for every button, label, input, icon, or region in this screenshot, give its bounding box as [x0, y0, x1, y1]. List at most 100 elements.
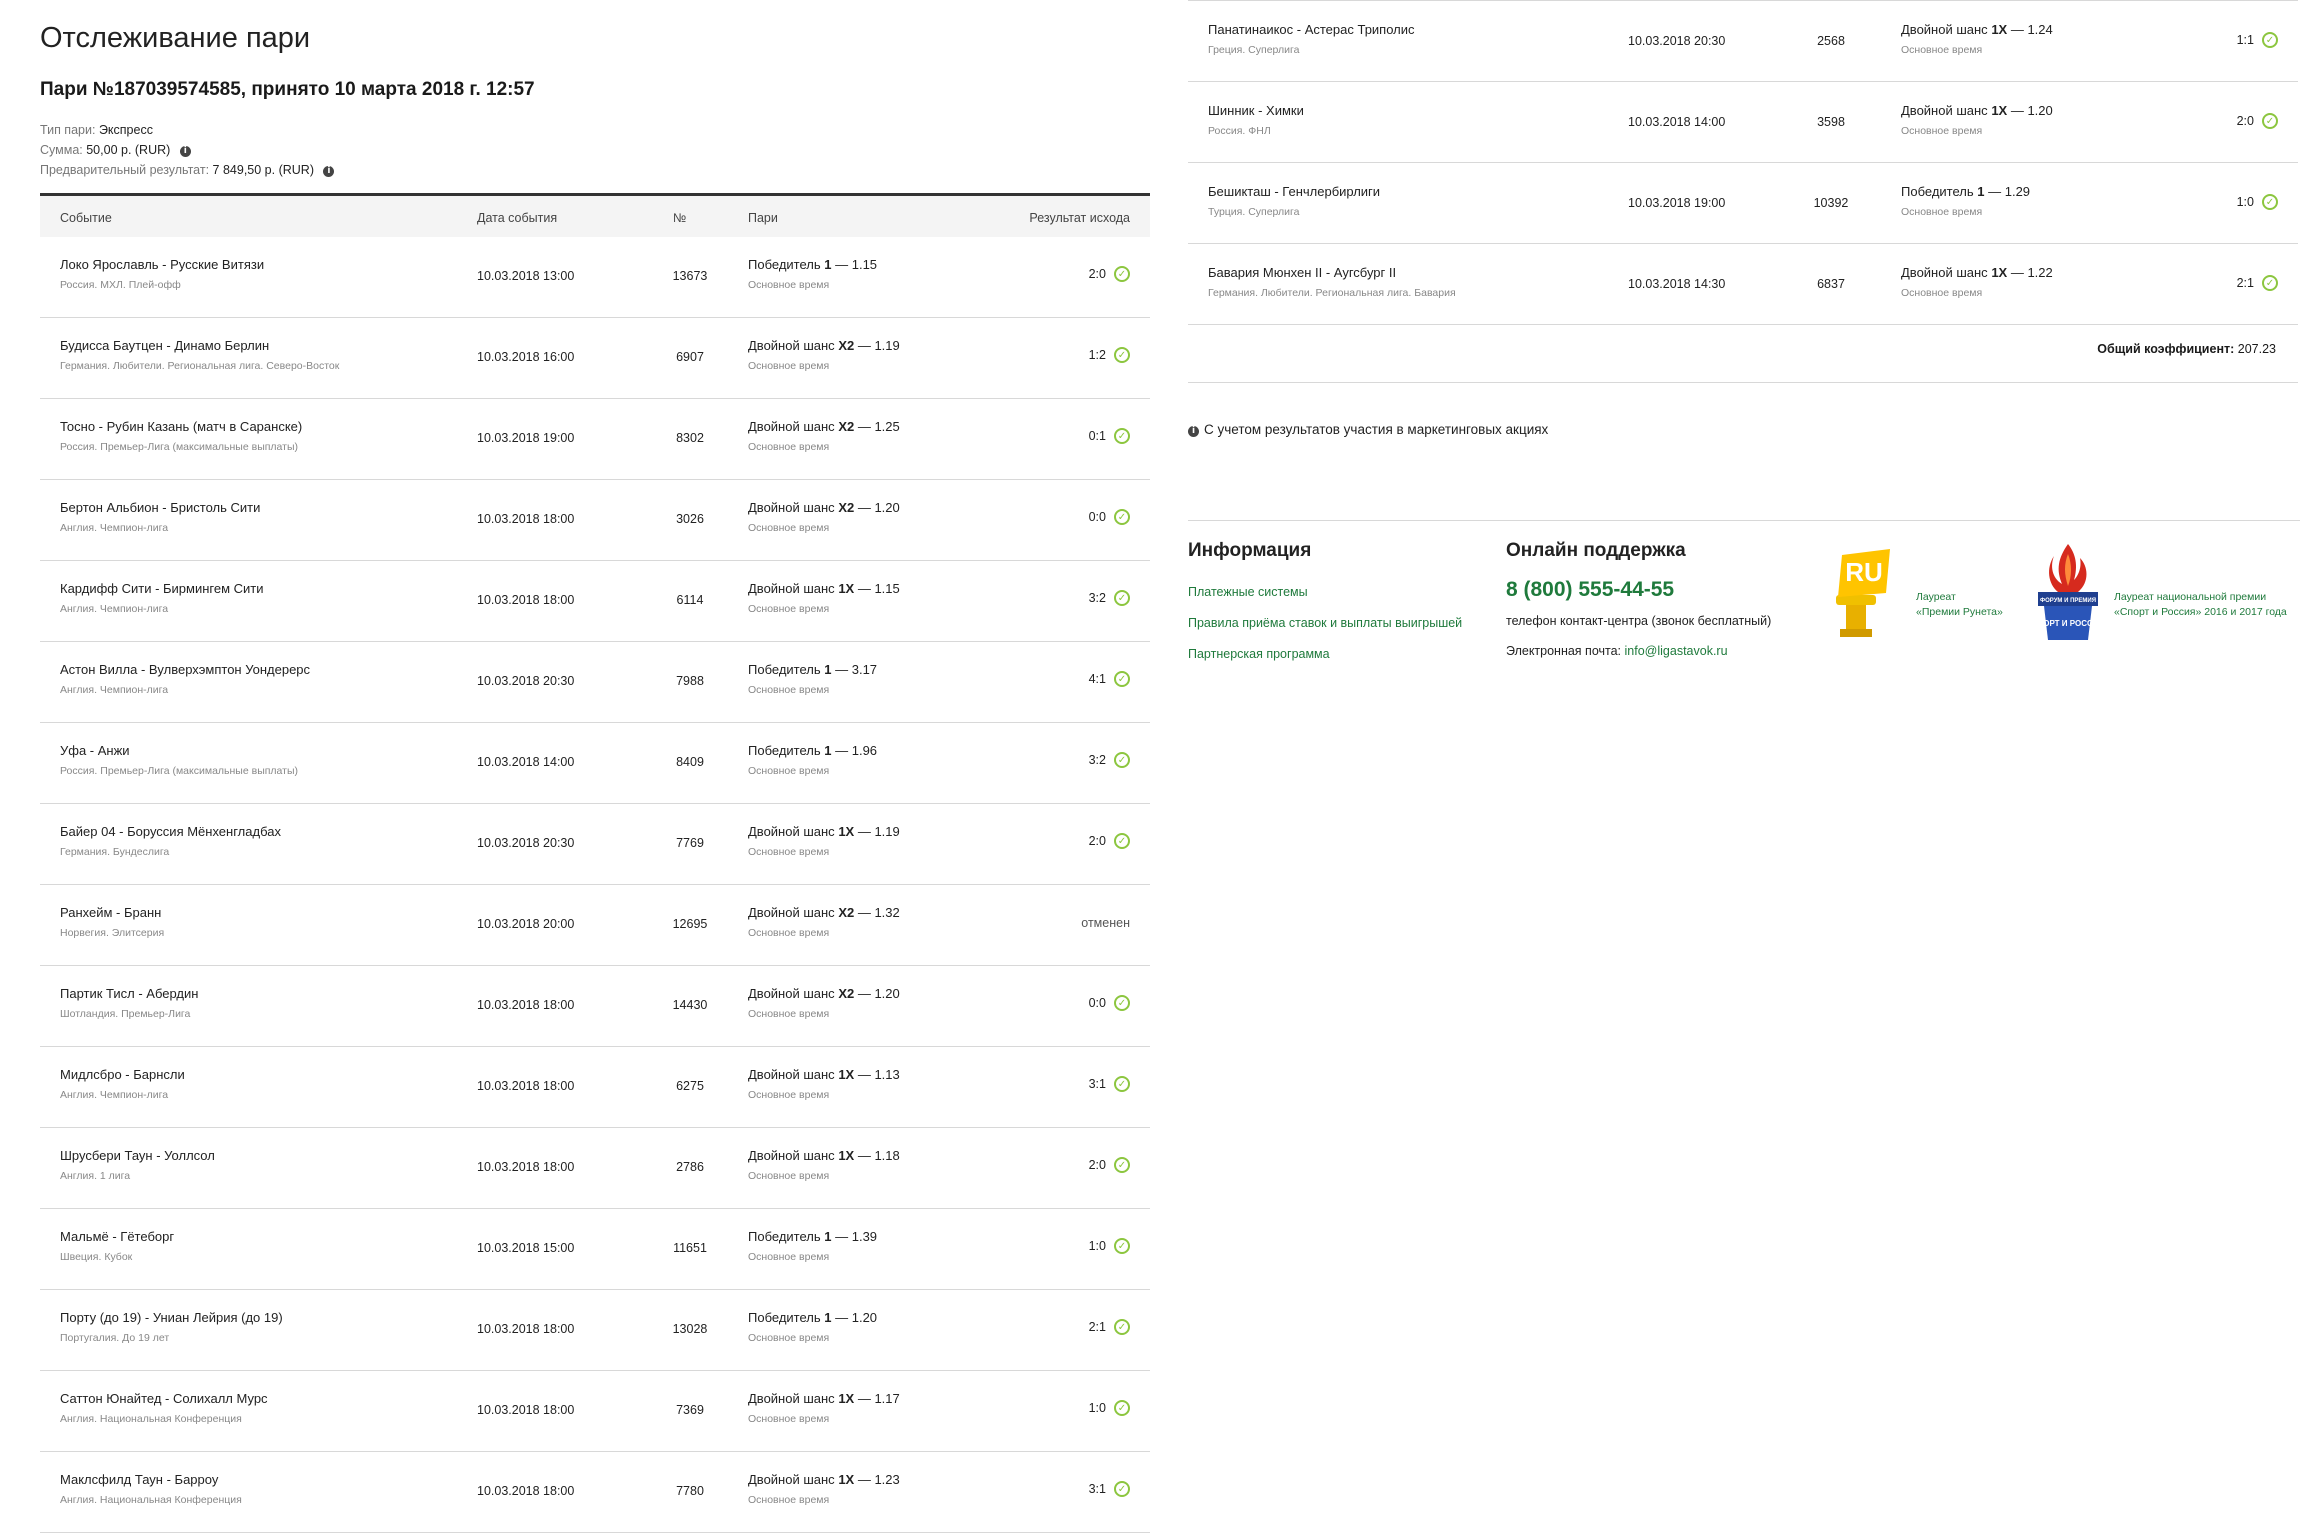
- email-link[interactable]: info@ligastavok.ru: [1625, 644, 1728, 658]
- bet-cell: Победитель 1 — 1.39 Основное время: [748, 1229, 877, 1263]
- bet-description: Двойной шанс X2 — 1.20: [748, 986, 900, 1001]
- check-circle-icon: ✓: [2262, 32, 2278, 48]
- event-date: 10.03.2018 13:00: [477, 269, 575, 283]
- result-score: 1:0: [2236, 195, 2254, 209]
- bet-description: Двойной шанс 1X — 1.17: [748, 1391, 900, 1406]
- table-row: Мидлсбро - Барнсли Англия. Чемпион-лига …: [40, 1047, 1150, 1128]
- bet-cell: Двойной шанс X2 — 1.20 Основное время: [748, 500, 900, 534]
- bet-cell: Победитель 1 — 1.20 Основное время: [748, 1310, 877, 1344]
- footer-divider: [1188, 520, 2300, 521]
- table-body: Локо Ярославль - Русские Витязи Россия. …: [40, 237, 1150, 1533]
- bet-description: Двойной шанс X2 — 1.20: [748, 500, 900, 515]
- check-circle-icon: ✓: [1114, 428, 1130, 444]
- event-number: 12695: [672, 917, 708, 931]
- bet-time: Основное время: [748, 765, 830, 777]
- event-date: 10.03.2018 19:00: [477, 431, 575, 445]
- result-cell: 0:0 ✓: [1089, 509, 1130, 525]
- result-cell: 1:0 ✓: [1089, 1238, 1130, 1254]
- result-score: 1:0: [1088, 1239, 1106, 1253]
- table-row: Партик Тисл - Абердин Шотландия. Премьер…: [40, 966, 1150, 1047]
- bet-time: Основное время: [748, 360, 830, 372]
- result-score: 0:0: [1088, 510, 1106, 524]
- result-cell: 1:0 ✓: [2237, 194, 2278, 210]
- bet-description: Двойной шанс 1X — 1.15: [748, 581, 900, 596]
- event-number: 8409: [676, 755, 704, 769]
- result-cell: 2:1 ✓: [2237, 275, 2278, 291]
- link-payment-systems[interactable]: Платежные системы: [1188, 585, 1308, 599]
- link-rules[interactable]: Правила приёма ставок и выплаты выигрыше…: [1188, 616, 1462, 630]
- event-league: Россия. ФНЛ: [1208, 125, 1271, 137]
- result-score: 1:1: [2236, 33, 2254, 47]
- page-title: Отслеживание пари: [40, 22, 311, 54]
- event-league: Англия. Чемпион-лига: [60, 522, 169, 534]
- bet-cell: Победитель 1 — 1.96 Основное время: [748, 743, 877, 777]
- event-name: Будисса Баутцен - Динамо Берлин: [60, 338, 270, 353]
- bet-description: Победитель 1 — 1.15: [748, 257, 878, 272]
- bet-description: Двойной шанс X2 — 1.32: [748, 905, 900, 920]
- event-league: Россия. Премьер-Лига (максимальные выпла…: [60, 765, 299, 777]
- check-circle-icon: ✓: [1114, 347, 1130, 363]
- result-score: 0:0: [1088, 996, 1106, 1010]
- event-cell: Панатинаикос - Астерас Триполис Греция. …: [1208, 22, 1608, 56]
- table-row: Саттон Юнайтед - Солихалл Мурс Англия. Н…: [40, 1371, 1150, 1452]
- check-circle-icon: ✓: [1114, 590, 1130, 606]
- result-cell: 3:1 ✓: [1089, 1481, 1130, 1497]
- event-name: Шрусбери Таун - Уоллсол: [60, 1148, 215, 1163]
- event-cell: Бавария Мюнхен II - Аугсбург II Германия…: [1208, 265, 1608, 299]
- event-cell: Саттон Юнайтед - Солихалл Мурс Англия. Н…: [60, 1391, 460, 1425]
- event-cell: Байер 04 - Боруссия Мёнхенгладбах Герман…: [60, 824, 460, 858]
- award-runet-text: Лауреат «Премии Рунета»: [1916, 591, 2003, 618]
- check-circle-icon: ✓: [1114, 1481, 1130, 1497]
- event-date: 10.03.2018 14:30: [1628, 277, 1726, 291]
- event-league: Англия. 1 лига: [60, 1170, 131, 1182]
- event-date: 10.03.2018 15:00: [477, 1241, 575, 1255]
- bet-description: Победитель 1 — 1.20: [748, 1310, 878, 1325]
- result-cell: 1:0 ✓: [1089, 1400, 1130, 1416]
- event-date: 10.03.2018 18:00: [477, 512, 575, 526]
- info-icon: i: [1188, 426, 1199, 437]
- info-icon[interactable]: i: [179, 146, 191, 157]
- event-name: Мидлсбро - Барнсли: [60, 1067, 185, 1082]
- table-row: Порту (до 19) - Униан Лейрия (до 19) Пор…: [40, 1290, 1150, 1371]
- bet-type: Тип пари: Экспресс: [40, 123, 153, 137]
- event-league: Германия. Любители. Региональная лига. С…: [60, 360, 340, 372]
- event-league: Шотландия. Премьер-Лига: [60, 1008, 191, 1020]
- event-number: 7369: [676, 1403, 704, 1417]
- events-table-continued: Панатинаикос - Астерас Триполис Греция. …: [1188, 0, 2298, 325]
- phone-note: телефон контакт-центра (звонок бесплатны…: [1506, 614, 1772, 628]
- event-date: 10.03.2018 20:00: [477, 917, 575, 931]
- bet-time: Основное время: [748, 522, 830, 534]
- table-row: Панатинаикос - Астерас Триполис Греция. …: [1188, 1, 2298, 82]
- events-table: Событие Дата события № Пари Результат ис…: [40, 193, 1150, 1533]
- table-row: Маклсфилд Таун - Барроу Англия. Национал…: [40, 1452, 1150, 1533]
- table-row: Бертон Альбион - Бристоль Сити Англия. Ч…: [40, 480, 1150, 561]
- event-cell: Локо Ярославль - Русские Витязи Россия. …: [60, 257, 460, 291]
- event-league: Англия. Чемпион-лига: [60, 684, 169, 696]
- table-row: Шинник - Химки Россия. ФНЛ 10.03.2018 14…: [1188, 82, 2298, 163]
- event-league: Швеция. Кубок: [60, 1251, 133, 1263]
- result-cell: 2:0 ✓: [2237, 113, 2278, 129]
- support-phone[interactable]: 8 (800) 555-44-55: [1506, 578, 1674, 602]
- info-icon[interactable]: i: [323, 166, 335, 177]
- bet-time: Основное время: [748, 1008, 830, 1020]
- bet-time: Основное время: [748, 1089, 830, 1101]
- bet-time: Основное время: [748, 927, 830, 939]
- link-partner-program[interactable]: Партнерская программа: [1188, 647, 1330, 661]
- bet-cell: Двойной шанс 1X — 1.18 Основное время: [748, 1148, 900, 1182]
- check-circle-icon: ✓: [1114, 1319, 1130, 1335]
- event-name: Порту (до 19) - Униан Лейрия (до 19): [60, 1310, 283, 1325]
- event-cell: Партик Тисл - Абердин Шотландия. Премьер…: [60, 986, 460, 1020]
- result-score: 2:1: [1088, 1320, 1106, 1334]
- table-row: Бавария Мюнхен II - Аугсбург II Германия…: [1188, 244, 2298, 325]
- event-league: Турция. Суперлига: [1208, 206, 1300, 218]
- result-cell: 3:2 ✓: [1089, 590, 1130, 606]
- sport-russia-award-logo: ФОРУМ И ПРЕМИЯ СПОРТ И РОССИЯ: [2032, 544, 2105, 640]
- result-score: 2:0: [1088, 834, 1106, 848]
- check-circle-icon: ✓: [1114, 752, 1130, 768]
- event-cell: Уфа - Анжи Россия. Премьер-Лига (максима…: [60, 743, 460, 777]
- event-name: Байер 04 - Боруссия Мёнхенгладбах: [60, 824, 281, 839]
- bet-time: Основное время: [1901, 206, 1983, 218]
- event-number: 3026: [676, 512, 704, 526]
- bet-time: Основное время: [748, 846, 830, 858]
- event-number: 2786: [676, 1160, 704, 1174]
